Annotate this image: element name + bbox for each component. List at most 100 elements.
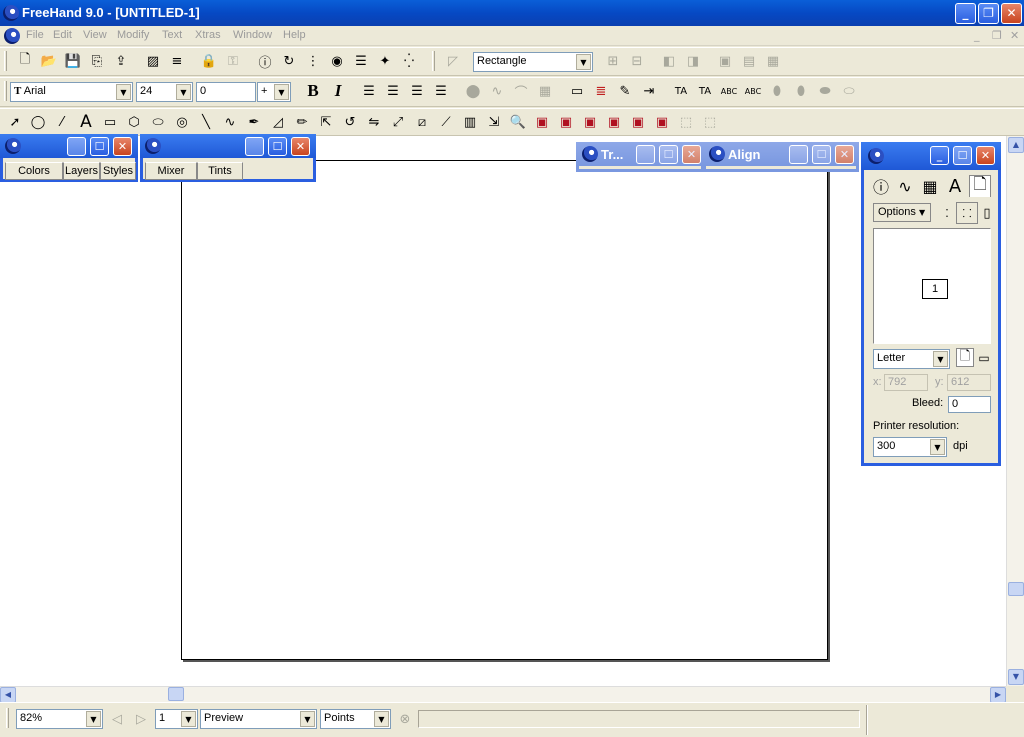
colors-palette[interactable]: ☐ ✕ Colors Layers Styles — [0, 134, 138, 182]
font-size-select[interactable]: 24 ▼ — [136, 82, 193, 102]
unlock-icon[interactable]: ⚿ — [222, 50, 244, 72]
next-page-icon[interactable]: ▷ — [130, 708, 152, 730]
justify-icon[interactable]: ☰ — [430, 80, 452, 102]
chevron-down-icon[interactable]: ▼ — [86, 711, 101, 727]
align-palette[interactable]: Align ☐ ✕ — [703, 142, 859, 172]
small-caps-icon[interactable]: ABC — [742, 80, 764, 102]
info-icon[interactable]: ⓘ — [254, 50, 276, 72]
path-text-icon[interactable]: ∿ — [486, 80, 508, 102]
menu-modify[interactable]: Modify — [117, 29, 149, 41]
blend-icon[interactable]: ⬤ — [462, 80, 484, 102]
mdi-close-icon[interactable]: ✕ — [1010, 29, 1019, 42]
page-height-field[interactable]: 612 — [947, 374, 991, 391]
freehand-tool-icon[interactable]: ∿ — [219, 111, 241, 133]
bezigon-tool-icon[interactable]: ◿ — [267, 111, 289, 133]
scroll-right-icon[interactable]: ▶ — [990, 687, 1006, 703]
text-inspector-tab-icon[interactable]: A — [944, 175, 966, 197]
reflect-tool-icon[interactable]: ⇋ — [363, 111, 385, 133]
vertical-scrollbar[interactable]: ▲ ▼ — [1006, 136, 1024, 686]
punch-icon[interactable]: ⬬ — [814, 80, 836, 102]
knife-tool-icon[interactable]: ⟋ — [435, 111, 457, 133]
color-mixer-icon[interactable]: ◉ — [326, 50, 348, 72]
shape-tool-icon[interactable]: ◸ — [442, 50, 464, 72]
scroll-down-icon[interactable]: ▼ — [1008, 669, 1024, 685]
portrait-orientation-icon[interactable]: 🗋 — [956, 348, 974, 367]
palette-collapse-icon[interactable] — [636, 145, 655, 164]
ellipse-tool-icon[interactable]: ⬭ — [147, 111, 169, 133]
menu-window[interactable]: Window — [233, 29, 272, 41]
union-icon[interactable]: ⬮ — [766, 80, 788, 102]
palette-collapse-icon[interactable] — [67, 137, 86, 156]
toolbar-grip[interactable] — [4, 51, 7, 71]
transform-palette-titlebar[interactable]: Tr... ☐ ✕ — [576, 142, 704, 166]
palette-maximize-icon[interactable]: ☐ — [268, 137, 287, 156]
chevron-down-icon[interactable]: ▼ — [930, 439, 945, 455]
document-inspector-tab-icon[interactable]: 🗋 — [969, 174, 991, 197]
horizontal-scroll-thumb[interactable] — [168, 687, 184, 701]
spelling-icon[interactable]: ≣ — [590, 80, 612, 102]
colors-palette-titlebar[interactable]: ☐ ✕ — [0, 134, 138, 158]
italic-button[interactable]: I — [327, 80, 349, 102]
stroke-swatch-icon[interactable]: ▣ — [555, 111, 577, 133]
arrange-front-icon[interactable]: ◧ — [658, 50, 680, 72]
options-button[interactable]: Options ▼ — [873, 203, 931, 222]
extra-tool-2-icon[interactable]: ⬚ — [699, 111, 721, 133]
close-button[interactable]: ✕ — [1001, 3, 1022, 24]
pointer-tool-icon[interactable]: ➚ — [4, 111, 26, 133]
ungroup-icon[interactable]: ▤ — [738, 50, 760, 72]
thumbnail-medium-icon[interactable]: ⸬ — [956, 202, 978, 224]
menu-xtras[interactable]: Xtras — [195, 29, 221, 41]
palette-collapse-icon[interactable]: _ — [930, 146, 949, 165]
pen-tool-icon[interactable]: ✒ — [243, 111, 265, 133]
align-center-icon[interactable]: ☰ — [382, 80, 404, 102]
horizontal-scrollbar[interactable]: ◀ ▶ — [0, 686, 1006, 703]
chevron-down-icon[interactable]: ▼ — [933, 351, 948, 367]
zoom-select[interactable]: 82% ▼ — [16, 709, 103, 729]
color-mode-icon[interactable]: ▣ — [651, 111, 673, 133]
leading-field[interactable]: 0 — [196, 82, 256, 102]
symbols-icon[interactable]: ✦ — [374, 50, 396, 72]
swap-colors-icon[interactable]: ▣ — [579, 111, 601, 133]
menu-file[interactable]: File — [26, 29, 44, 41]
page-select[interactable]: 1 ▼ — [155, 709, 198, 729]
toolbar-grip[interactable] — [6, 708, 9, 728]
text-tool-icon[interactable]: A — [75, 111, 97, 133]
leading-mode-select[interactable]: + ▼ — [257, 82, 291, 102]
fill-brush-icon[interactable]: ▨ — [142, 50, 164, 72]
text-columns-icon[interactable]: ▦ — [534, 80, 556, 102]
shape-select[interactable]: Rectangle ▼ — [473, 52, 593, 72]
scale-tool-icon[interactable]: ⤢ — [387, 111, 409, 133]
rectangle-tool-icon[interactable]: ▭ — [99, 111, 121, 133]
extra-tool-1-icon[interactable]: ⬚ — [675, 111, 697, 133]
page-tool-icon[interactable]: ⇲ — [483, 111, 505, 133]
text-inset-icon[interactable]: ⇥ — [638, 80, 660, 102]
palette-close-icon[interactable]: ✕ — [682, 145, 701, 164]
page-size-select[interactable]: Letter ▼ — [873, 349, 950, 369]
view-mode-select[interactable]: Preview ▼ — [200, 709, 317, 729]
vertical-scroll-thumb[interactable] — [1008, 582, 1024, 596]
align-left-icon[interactable]: ☰ — [358, 80, 380, 102]
stroke-icon[interactable]: ≡ — [166, 50, 188, 72]
zoom-tool-icon[interactable]: 🔍 — [507, 111, 529, 133]
toolbar-grip[interactable] — [432, 51, 435, 71]
document-inspector-palette[interactable]: _ ☐ ✕ ⓘ ∿ ▦ A 🗋 Options ▼ ⁚ ⸬ ▯ 1 Letter… — [861, 142, 1001, 466]
document-page[interactable] — [181, 160, 828, 660]
palette-close-icon[interactable]: ✕ — [291, 137, 310, 156]
restore-button[interactable]: ❐ — [978, 3, 999, 24]
chevron-down-icon[interactable]: ▼ — [576, 54, 591, 70]
palette-maximize-icon[interactable]: ☐ — [812, 145, 831, 164]
new-page-icon[interactable]: ⊞ — [602, 50, 624, 72]
menu-edit[interactable]: Edit — [53, 29, 72, 41]
line-tool-icon[interactable]: ╲ — [195, 111, 217, 133]
menu-help[interactable]: Help — [283, 29, 306, 41]
transform-palette[interactable]: Tr... ☐ ✕ — [576, 142, 704, 172]
crop-icon[interactable]: ⬭ — [838, 80, 860, 102]
menu-text[interactable]: Text — [162, 29, 182, 41]
freehand-app-icon[interactable] — [3, 5, 19, 21]
tab-mixer[interactable]: Mixer — [145, 162, 197, 180]
text-editor-icon[interactable]: ▭ — [566, 80, 588, 102]
mdi-minimize-icon[interactable]: _ — [974, 29, 980, 42]
align-right-icon[interactable]: ☰ — [406, 80, 428, 102]
align-icon[interactable]: ⋮ — [302, 50, 324, 72]
find-replace-icon[interactable]: ⁛ — [398, 50, 420, 72]
